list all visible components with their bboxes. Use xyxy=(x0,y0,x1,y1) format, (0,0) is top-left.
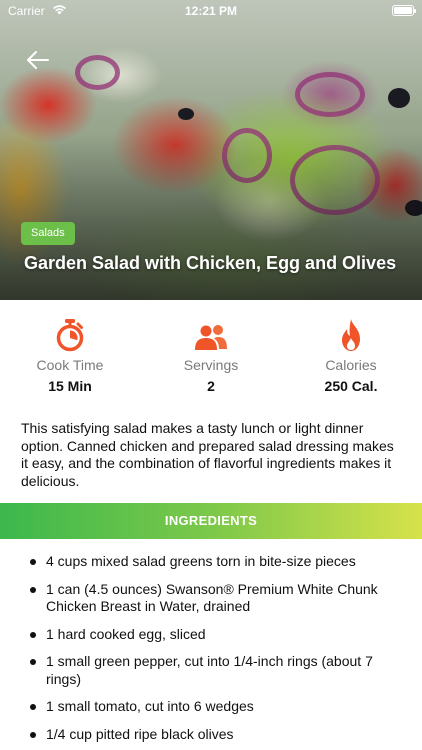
recipe-title: Garden Salad with Chicken, Egg and Olive… xyxy=(24,253,397,273)
list-item: 4 cups mixed salad greens torn in bite-s… xyxy=(0,553,422,571)
bullet-icon xyxy=(30,631,36,638)
back-arrow-icon xyxy=(27,51,49,69)
ingredient-text: 1 hard cooked egg, sliced xyxy=(46,625,206,642)
ingredient-text: 1 small green pepper, cut into 1/4-inch … xyxy=(46,653,373,687)
ingredient-text: 1 can (4.5 ounces) Swanson® Premium Whit… xyxy=(46,580,378,615)
ingredients-header: INGREDIENTS xyxy=(0,503,422,539)
bullet-icon xyxy=(30,704,36,710)
recipe-description: This satisfying salad makes a tasty lunc… xyxy=(21,420,394,489)
timer-icon xyxy=(56,319,84,352)
recipe-stats: Cook Time 15 Min Servings 2 Calories 250… xyxy=(0,318,422,398)
battery-icon xyxy=(392,5,416,16)
list-item: 1/4 cup pitted ripe black olives xyxy=(0,726,422,744)
category-badge[interactable]: Salads xyxy=(21,222,75,245)
servings-label: Servings xyxy=(183,357,239,373)
stat-calories: Calories 250 Cal. xyxy=(281,318,421,394)
ingredient-text: 1 small tomato, cut into 6 wedges xyxy=(46,698,254,714)
ingredients-list: 4 cups mixed salad greens torn in bite-s… xyxy=(0,553,422,750)
bullet-icon xyxy=(30,559,36,565)
flame-icon xyxy=(342,319,360,351)
back-button[interactable] xyxy=(24,48,54,72)
cook-time-label: Cook Time xyxy=(36,357,104,373)
ingredient-text: 4 cups mixed salad greens torn in bite-s… xyxy=(46,553,356,569)
list-item: 1 can (4.5 ounces) Swanson® Premium Whit… xyxy=(0,581,422,616)
clock-time: 12:21 PM xyxy=(184,4,238,18)
list-item: 1 small tomato, cut into 6 wedges xyxy=(0,698,422,716)
people-icon xyxy=(195,325,227,350)
bullet-icon xyxy=(30,659,36,665)
bullet-icon xyxy=(30,586,36,593)
servings-value: 2 xyxy=(207,378,215,394)
list-item: 1 small green pepper, cut into 1/4-inch … xyxy=(0,653,422,688)
calories-label: Calories xyxy=(325,357,377,373)
calories-value: 250 Cal. xyxy=(324,378,378,394)
stat-cook-time: Cook Time 15 Min xyxy=(0,318,140,394)
ingredient-text: 1/4 cup pitted ripe black olives xyxy=(46,725,234,742)
stat-servings: Servings 2 xyxy=(141,318,281,394)
list-item: 1 hard cooked egg, sliced xyxy=(0,626,422,644)
bullet-icon xyxy=(30,731,36,738)
status-bar: Carrier 12:21 PM xyxy=(0,0,422,22)
cook-time-value: 15 Min xyxy=(48,378,92,394)
